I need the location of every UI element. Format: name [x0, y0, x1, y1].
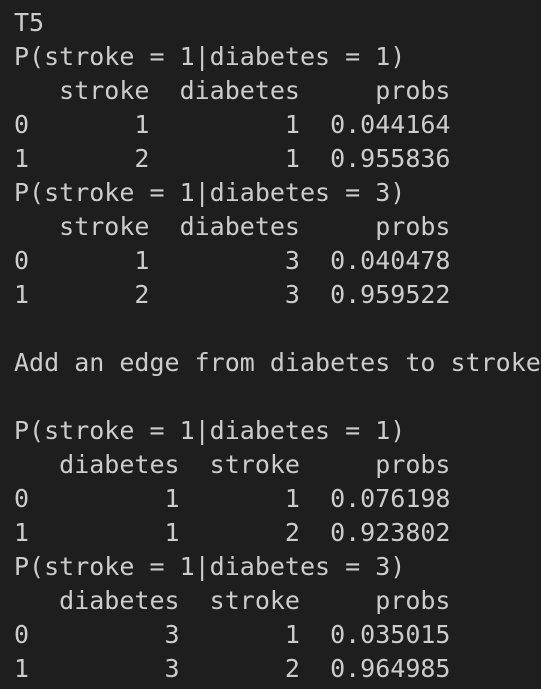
terminal-output[interactable]: T5 P(stroke = 1|diabetes = 1) stroke dia…: [0, 0, 541, 689]
table-row: 1 3 2 0.964985: [14, 654, 451, 683]
message-line: Add an edge from diabetes to stroke: [14, 348, 541, 377]
probability-heading: P(stroke = 1|diabetes = 3): [14, 552, 406, 581]
table-header: diabetes stroke probs: [14, 450, 451, 479]
table-row: 0 3 1 0.035015: [14, 620, 451, 649]
table-row: 1 2 1 0.955836: [14, 144, 451, 173]
table-row: 0 1 1 0.076198: [14, 484, 451, 513]
table-row: 0 1 3 0.040478: [14, 246, 451, 275]
section-label: T5: [14, 8, 45, 37]
probability-heading: P(stroke = 1|diabetes = 1): [14, 42, 406, 71]
table-row: 1 1 2 0.923802: [14, 518, 451, 547]
probability-heading: P(stroke = 1|diabetes = 3): [14, 178, 406, 207]
probability-heading: P(stroke = 1|diabetes = 1): [14, 416, 406, 445]
table-header: stroke diabetes probs: [14, 212, 451, 241]
table-header: diabetes stroke probs: [14, 586, 451, 615]
table-row: 0 1 1 0.044164: [14, 110, 451, 139]
table-header: stroke diabetes probs: [14, 76, 451, 105]
table-row: 1 2 3 0.959522: [14, 280, 451, 309]
